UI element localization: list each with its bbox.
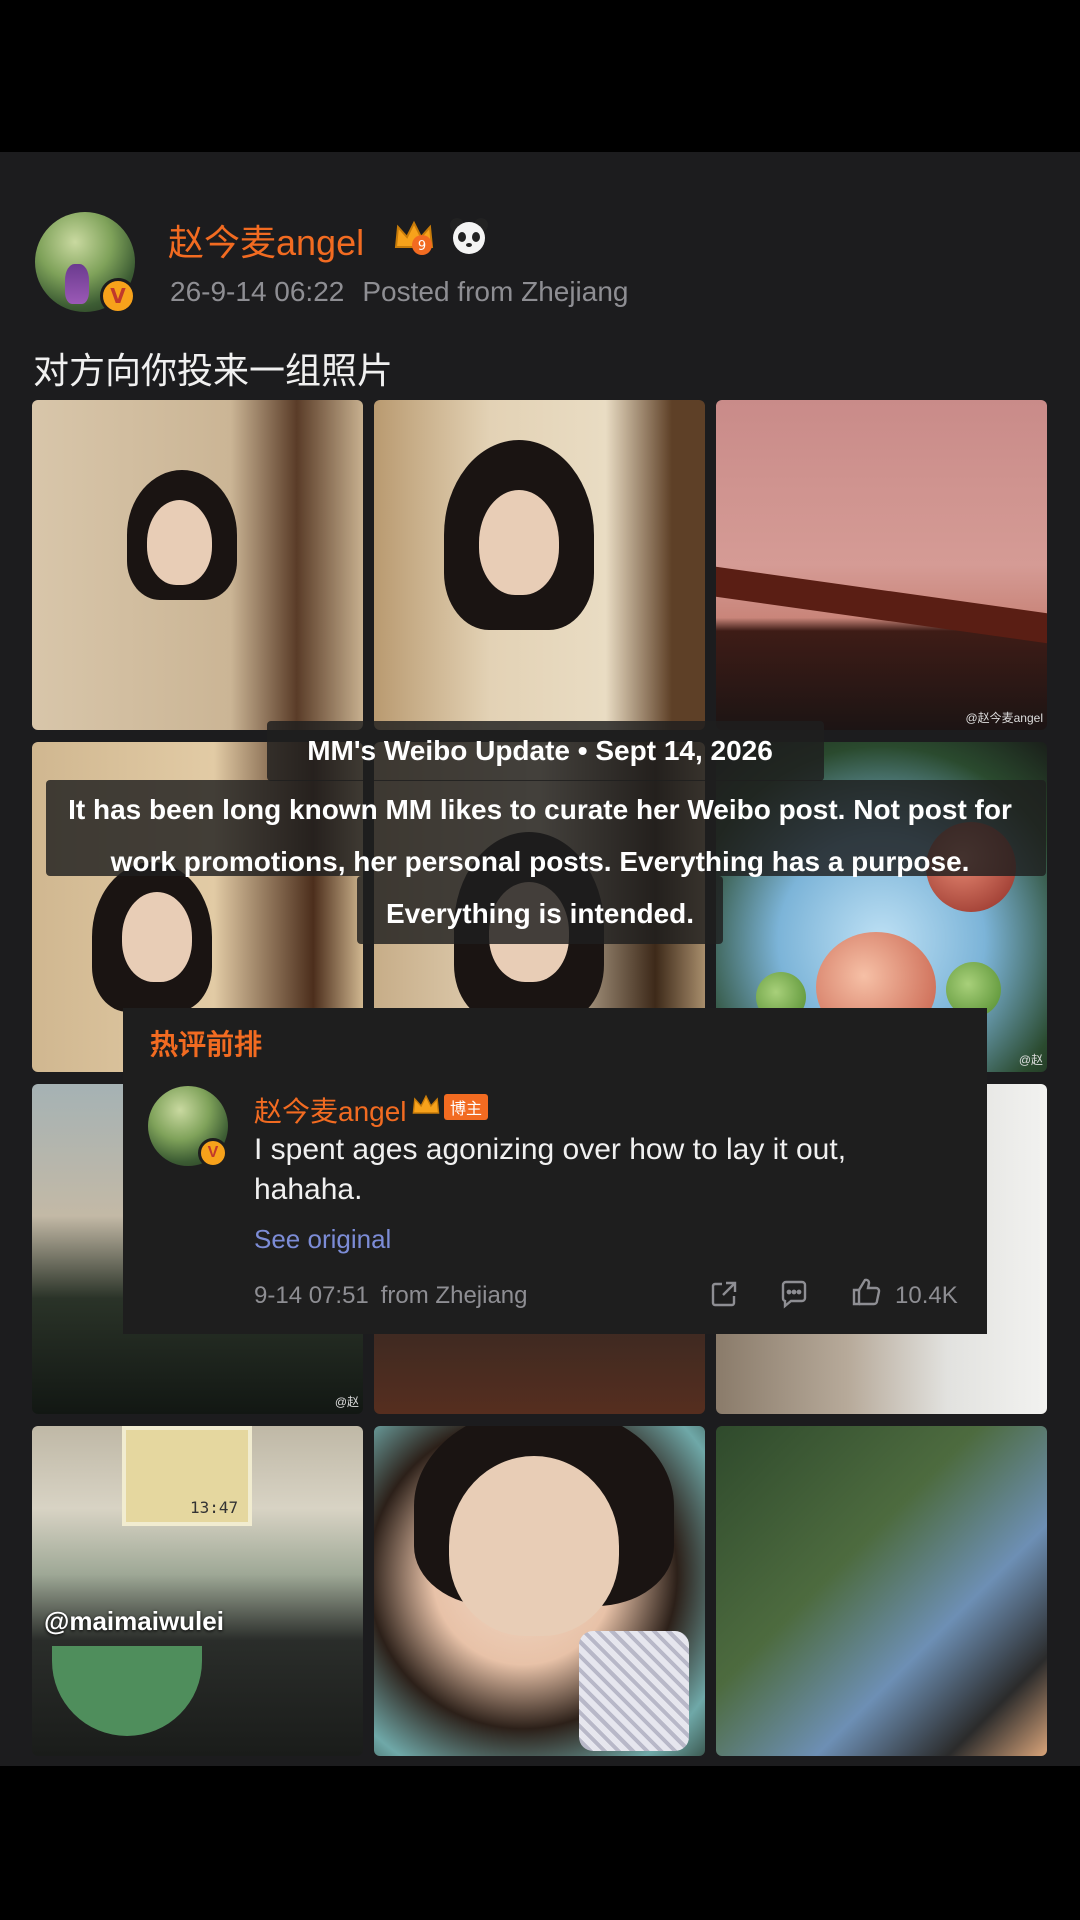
photo-11[interactable] — [374, 1426, 705, 1756]
thumbs-up-icon[interactable] — [850, 1276, 882, 1308]
photo-watermark: @赵今麦angel — [965, 711, 1043, 725]
face-shape — [147, 500, 212, 585]
post-timestamp: 26-9-14 06:22 — [170, 276, 345, 307]
photo-1[interactable] — [32, 400, 363, 730]
overlay-title: MM's Weibo Update • Sept 14, 2026 — [307, 735, 773, 766]
face-shape — [479, 490, 559, 595]
photo-3[interactable]: @赵今麦angel — [716, 400, 1047, 730]
post-username[interactable]: 赵今麦angel — [168, 214, 364, 266]
photo-10[interactable]: 13:47 @maimaiwulei — [32, 1426, 363, 1756]
like-count: 10.4K — [895, 1282, 958, 1309]
comment-icon[interactable] — [778, 1278, 810, 1310]
crown-icon — [412, 1094, 440, 1114]
photo-caption: @maimaiwulei — [44, 1606, 224, 1636]
comment-location: from Zhejiang — [380, 1282, 528, 1309]
photo-watermark-short: @赵 — [1018, 1053, 1043, 1067]
overlay-body: It has been long known MM likes to curat… — [68, 794, 1012, 929]
comment-timestamp: 9-14 07:51 — [254, 1282, 369, 1309]
comment-username[interactable]: 赵今麦angel — [254, 1090, 407, 1130]
post-meta: 26-9-14 06:22 Posted from Zhejiang — [170, 276, 629, 308]
post-location: Posted from Zhejiang — [362, 276, 629, 307]
clock-display: 13:47 — [190, 1498, 239, 1517]
comment-text: I spent ages agonizing over how to lay i… — [254, 1133, 847, 1206]
photo-watermark-short: @赵 — [334, 1395, 359, 1409]
post-text: 对方向你投来一组照片 — [33, 351, 394, 392]
crown-icon: 9 — [394, 220, 434, 255]
comment-verified-icon: V — [198, 1138, 228, 1168]
roof-shape — [716, 566, 1047, 644]
blogger-tag: 博主 — [444, 1094, 489, 1120]
hot-comment-label: 热评前排 — [150, 1028, 263, 1061]
share-icon[interactable] — [708, 1278, 740, 1310]
face-shape — [449, 1456, 619, 1636]
photo-12[interactable] — [716, 1426, 1047, 1756]
see-original-link[interactable]: See original — [254, 1224, 391, 1255]
panda-icon — [450, 218, 488, 254]
photo-2[interactable] — [374, 400, 705, 730]
avatar-figure — [65, 264, 89, 304]
verified-badge-icon: V — [100, 278, 136, 314]
comment-meta: 9-14 07:51 from Zhejiang — [254, 1282, 528, 1310]
matcha-bowl — [52, 1646, 202, 1736]
svg-text:9: 9 — [418, 239, 426, 254]
bracelet-shape — [579, 1631, 689, 1751]
